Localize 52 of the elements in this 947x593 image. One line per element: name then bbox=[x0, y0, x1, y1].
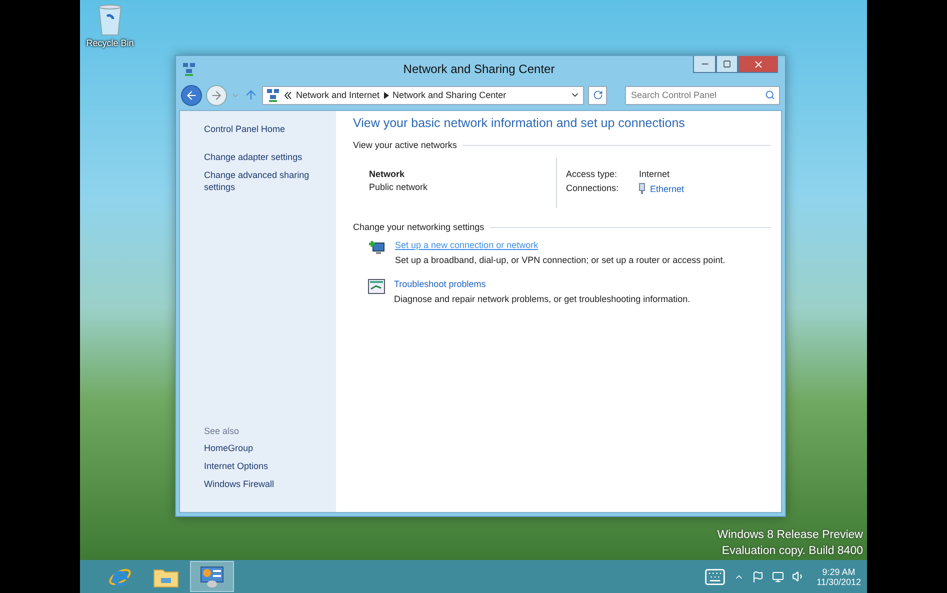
close-icon bbox=[752, 58, 764, 70]
task-link[interactable]: Troubleshoot problems bbox=[394, 279, 690, 289]
sidebar-link[interactable]: Windows Firewall bbox=[204, 478, 336, 490]
sidebar-link[interactable]: Control Panel Home bbox=[204, 123, 336, 135]
breadcrumb[interactable]: Network and Sharing Center bbox=[392, 90, 506, 100]
refresh-icon bbox=[592, 90, 602, 100]
watermark-text: Evaluation copy. Build 8400 bbox=[722, 544, 863, 558]
flag-icon[interactable] bbox=[752, 570, 764, 582]
network-name: Network bbox=[369, 169, 406, 179]
breadcrumb[interactable]: Network and Internet bbox=[296, 90, 380, 100]
volume-icon[interactable] bbox=[792, 570, 805, 583]
recycle-bin-icon[interactable] bbox=[97, 4, 123, 36]
address-bar[interactable]: Network and Internet Network and Sharing Center bbox=[262, 86, 584, 104]
forward-button[interactable] bbox=[206, 84, 227, 106]
window-title: Network and Sharing Center bbox=[402, 62, 556, 76]
control-panel-icon bbox=[266, 88, 280, 102]
forward-arrow-icon bbox=[210, 88, 223, 102]
maximize-button[interactable] bbox=[716, 56, 738, 73]
see-also-heading: See also bbox=[204, 426, 240, 436]
sidebar-link[interactable]: HomeGroup bbox=[204, 442, 336, 454]
search-field[interactable]: Search Control Panel bbox=[625, 86, 780, 104]
search-icon[interactable] bbox=[765, 90, 775, 100]
maximize-icon bbox=[723, 60, 731, 68]
overflow-chevron-icon[interactable] bbox=[284, 92, 292, 98]
troubleshoot-icon bbox=[368, 279, 385, 294]
refresh-button[interactable] bbox=[588, 86, 607, 104]
field-value: Internet bbox=[639, 169, 671, 179]
task-description: Diagnose and repair network problems, or get troubleshooting information. bbox=[394, 294, 690, 304]
taskbar-app-button[interactable] bbox=[190, 561, 234, 592]
page-heading: View your basic network information and set up connections bbox=[353, 116, 686, 130]
section-heading: Change your networking settings bbox=[353, 222, 484, 232]
sidebar-link[interactable]: Change adapter settings bbox=[204, 151, 336, 163]
breadcrumb-arrow-icon[interactable] bbox=[384, 92, 389, 98]
back-arrow-icon bbox=[185, 88, 198, 102]
sidebar-link[interactable]: Internet Options bbox=[204, 460, 336, 472]
network-setup-icon bbox=[368, 240, 386, 256]
network-icon[interactable] bbox=[772, 570, 784, 582]
clock[interactable]: 9:29 AM 11/30/2012 bbox=[816, 566, 861, 586]
sidebar-link[interactable]: Change advanced sharing settings bbox=[204, 169, 336, 193]
minimize-button[interactable] bbox=[693, 56, 716, 73]
connection-link[interactable]: Ethernet bbox=[650, 184, 684, 194]
close-button[interactable] bbox=[738, 56, 778, 73]
back-button[interactable] bbox=[181, 84, 202, 106]
control-panel-icon bbox=[200, 566, 224, 588]
section-heading: View your active networks bbox=[353, 140, 457, 150]
ethernet-icon bbox=[639, 183, 645, 194]
network-category: Public network bbox=[369, 182, 429, 192]
task-description: Set up a broadband, dial-up, or VPN connection; or set up a router or access point. bbox=[395, 255, 726, 265]
watermark-text: Windows 8 Release Preview bbox=[717, 528, 863, 542]
app-icon bbox=[182, 62, 196, 76]
field-label: Access type: bbox=[566, 169, 618, 179]
field-label: Connections: bbox=[566, 183, 620, 194]
